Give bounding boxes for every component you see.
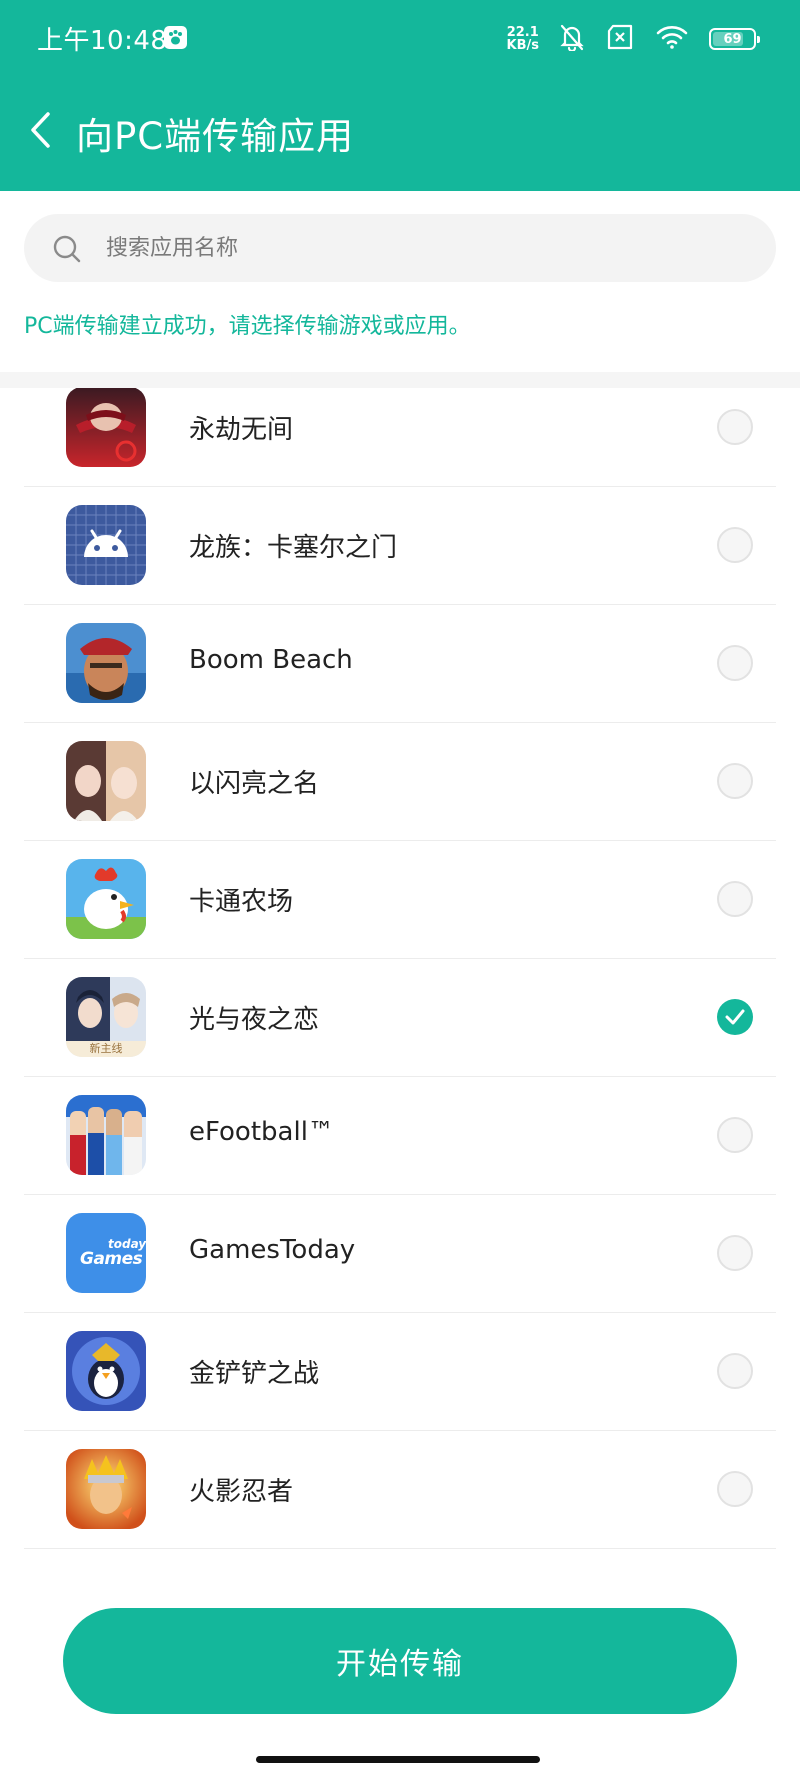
select-radio[interactable] [717, 645, 753, 681]
bell-muted-icon [559, 23, 585, 55]
app-list-item[interactable]: 新主线 光与夜之恋 [24, 959, 776, 1077]
app-list-item[interactable]: 金铲铲之战 [24, 1313, 776, 1431]
select-radio[interactable] [717, 881, 753, 917]
app-name: GamesToday [189, 1235, 356, 1265]
naraka-app-icon [66, 388, 146, 467]
boom-beach-app-icon [66, 623, 146, 703]
app-name: 卡通农场 [189, 887, 294, 917]
app-list-item[interactable]: eFootball™ [24, 1077, 776, 1195]
net-speed: 22.1 KB/s [506, 25, 539, 53]
search-bar[interactable] [24, 214, 776, 282]
app-list: 永劫无间 龙族：卡塞尔之门 Boom Beach 以闪亮之名 卡通农场 新主线 … [0, 388, 800, 1550]
app-icon-wordmark: Games [80, 1249, 143, 1269]
select-radio[interactable] [717, 763, 753, 799]
app-list-item[interactable]: 永劫无间 [24, 388, 776, 487]
status-bar: 上午10:48 22.1 KB/s 69 [0, 0, 800, 76]
app-list-item[interactable]: Boom Beach [24, 605, 776, 723]
app-name: 以闪亮之名 [189, 769, 320, 799]
golden-spatula-app-icon [66, 1331, 146, 1411]
app-name: 永劫无间 [189, 415, 294, 445]
gamestoday-app-icon: today Games [66, 1213, 146, 1293]
hay-day-app-icon [66, 859, 146, 939]
checkmark-icon [725, 1009, 745, 1025]
app-name: 火影忍者 [189, 1477, 294, 1507]
wifi-icon [655, 24, 689, 54]
start-transfer-button[interactable]: 开始传输 [63, 1608, 737, 1714]
home-indicator[interactable] [256, 1756, 540, 1763]
light-and-night-app-icon: 新主线 [66, 977, 146, 1057]
app-name: 金铲铲之战 [189, 1359, 320, 1389]
back-button[interactable] [18, 100, 62, 160]
sim-off-icon [605, 24, 635, 54]
connection-hint: PC端传输建立成功，请选择传输游戏或应用。 [24, 314, 471, 339]
select-radio-checked[interactable] [717, 999, 753, 1035]
app-icon-badge: 新主线 [89, 1042, 123, 1055]
app-list-item[interactable]: 卡通农场 [24, 841, 776, 959]
app-name: eFootball™ [189, 1117, 334, 1147]
section-divider [0, 372, 800, 388]
app-header: 上午10:48 22.1 KB/s 69 向PC端传输应用 [0, 0, 800, 191]
baidu-app-icon [164, 26, 187, 49]
efootball-app-icon [66, 1095, 146, 1175]
app-name: 光与夜之恋 [189, 1005, 320, 1035]
app-list-item[interactable]: 龙族：卡塞尔之门 [24, 487, 776, 605]
status-icons: 22.1 KB/s 69 [506, 22, 760, 56]
select-radio[interactable] [717, 527, 753, 563]
app-name: Boom Beach [189, 645, 353, 675]
search-input[interactable] [106, 214, 746, 282]
battery-icon: 69 [709, 28, 760, 50]
chevron-left-icon [31, 112, 50, 148]
select-radio[interactable] [717, 1117, 753, 1153]
app-list-item[interactable]: 火影忍者 [24, 1431, 776, 1549]
naruto-app-icon [66, 1449, 146, 1529]
status-time: 上午10:48 [37, 26, 168, 56]
select-radio[interactable] [717, 1471, 753, 1507]
select-radio[interactable] [717, 1235, 753, 1271]
app-list-item[interactable]: 以闪亮之名 [24, 723, 776, 841]
select-radio[interactable] [717, 1353, 753, 1389]
app-name: 龙族：卡塞尔之门 [189, 533, 398, 563]
android-app-icon [66, 505, 146, 585]
select-radio[interactable] [717, 409, 753, 445]
shining-app-icon [66, 741, 146, 821]
app-list-item[interactable]: today Games GamesToday [24, 1195, 776, 1313]
search-icon [52, 234, 82, 268]
page-title: 向PC端传输应用 [76, 115, 355, 158]
